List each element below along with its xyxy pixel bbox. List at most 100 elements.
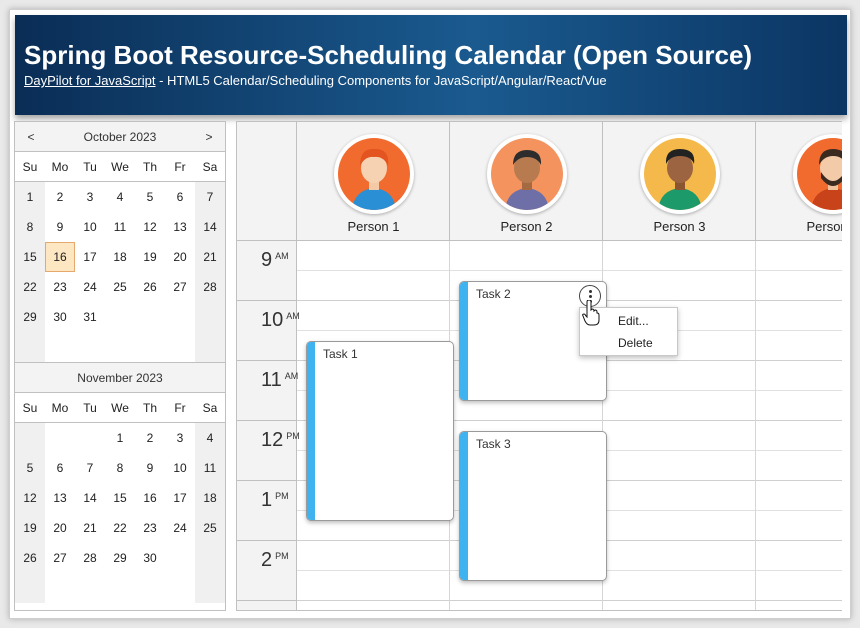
calendar-day-cell[interactable]: 8 — [105, 453, 135, 483]
calendar-day-cell[interactable]: 28 — [75, 543, 105, 573]
menu-item-delete[interactable]: Delete — [580, 332, 677, 354]
week-row: 26 27 28 29 30 — [15, 543, 225, 573]
calendar-day-cell[interactable]: 29 — [15, 302, 45, 332]
calendar-day-cell[interactable]: 20 — [45, 513, 75, 543]
calendar-day-cell[interactable]: 30 — [135, 543, 165, 573]
calendar-day-cell[interactable]: 25 — [195, 513, 225, 543]
calendar-day-cell[interactable]: 21 — [195, 242, 225, 272]
resource-name: Person 2 — [500, 219, 553, 234]
calendar-day-cell[interactable]: 3 — [75, 182, 105, 212]
calendar-day-cell[interactable]: 18 — [195, 483, 225, 513]
empty-day-cell — [15, 573, 45, 603]
person-avatar-icon — [491, 138, 563, 210]
empty-day-cell — [165, 573, 195, 603]
empty-day-cell — [75, 573, 105, 603]
resource-name: Person 3 — [653, 219, 706, 234]
calendar-day-cell[interactable]: 9 — [135, 453, 165, 483]
month-weeks: 1 2 3 4 5 6 7 8 9 10 11 12 13 14 15 16 17 18 19 20 21 22 23 24 2… — [15, 423, 225, 603]
person-avatar-icon — [644, 138, 716, 210]
calendar-day-cell[interactable]: 11 — [105, 212, 135, 242]
week-row: 22 23 24 25 26 27 28 — [15, 272, 225, 302]
calendar-day-cell[interactable]: 2 — [135, 423, 165, 453]
event-text: Task 2 — [476, 287, 511, 301]
calendar-day-cell[interactable]: 26 — [135, 272, 165, 302]
calendar-day-cell[interactable]: 7 — [75, 453, 105, 483]
calendar-day-cell[interactable]: 12 — [15, 483, 45, 513]
calendar-day-cell[interactable]: 8 — [15, 212, 45, 242]
calendar-day-cell[interactable]: 6 — [45, 453, 75, 483]
resource-header-person-3[interactable]: Person 3 — [603, 122, 756, 241]
avatar — [793, 134, 842, 214]
day-names-row: Su Mo Tu We Th Fr Sa — [15, 393, 225, 423]
calendar-day-cell[interactable]: 23 — [45, 272, 75, 302]
empty-day-cell — [75, 332, 105, 362]
calendar-day-cell[interactable]: 11 — [195, 453, 225, 483]
calendar-day-cell[interactable]: 17 — [165, 483, 195, 513]
person-avatar-icon — [338, 138, 410, 210]
next-month-button[interactable]: > — [197, 122, 221, 152]
event-task-3[interactable]: Task 3 — [459, 431, 607, 581]
day-name: Tu — [83, 401, 97, 415]
calendar-day-cell[interactable]: 14 — [75, 483, 105, 513]
calendar-day-cell[interactable]: 30 — [45, 302, 75, 332]
calendar-day-cell[interactable]: 19 — [15, 513, 45, 543]
calendar-day-cell[interactable]: 5 — [15, 453, 45, 483]
avatar — [334, 134, 414, 214]
empty-day-cell — [135, 573, 165, 603]
calendar-day-cell[interactable]: 3 — [165, 423, 195, 453]
calendar-day-cell[interactable]: 24 — [165, 513, 195, 543]
calendar-day-cell[interactable]: 5 — [135, 182, 165, 212]
calendar-day-cell[interactable]: 9 — [45, 212, 75, 242]
calendar-day-cell[interactable]: 22 — [105, 513, 135, 543]
calendar-day-cell[interactable]: 4 — [195, 423, 225, 453]
week-row: 8 9 10 11 12 13 14 — [15, 212, 225, 242]
calendar-day-cell[interactable]: 1 — [105, 423, 135, 453]
calendar-day-cell[interactable]: 19 — [135, 242, 165, 272]
day-name: Mo — [51, 401, 69, 415]
event-task-1[interactable]: Task 1 — [306, 341, 454, 521]
calendar-day-cell[interactable]: 18 — [105, 242, 135, 272]
calendar-day-cell[interactable]: 27 — [165, 272, 195, 302]
calendar-day-cell[interactable]: 12 — [135, 212, 165, 242]
resource-name: Person 4 — [806, 219, 842, 234]
empty-day-cell — [45, 423, 75, 453]
day-name: Th — [142, 160, 157, 174]
calendar-day-cell[interactable]: 25 — [105, 272, 135, 302]
page-subtitle: DayPilot for JavaScript - HTML5 Calendar… — [24, 73, 837, 88]
calendar-day-cell[interactable]: 20 — [165, 242, 195, 272]
calendar-day-cell[interactable]: 14 — [195, 212, 225, 242]
resource-header-person-4[interactable]: Person 4 — [756, 122, 842, 241]
person-avatar-icon — [797, 138, 842, 210]
calendar-day-cell[interactable]: 21 — [75, 513, 105, 543]
daypilot-link[interactable]: DayPilot for JavaScript — [24, 73, 156, 88]
previous-month-button[interactable]: < — [19, 122, 43, 152]
calendar-day-cell[interactable]: 28 — [195, 272, 225, 302]
calendar-day-cell[interactable]: 15 — [15, 242, 45, 272]
empty-day-cell — [165, 332, 195, 362]
calendar-day-cell[interactable]: 23 — [135, 513, 165, 543]
resource-header-person-1[interactable]: Person 1 — [297, 122, 450, 241]
calendar-day-cell[interactable]: 24 — [75, 272, 105, 302]
calendar-day-cell[interactable]: 6 — [165, 182, 195, 212]
empty-day-cell — [195, 573, 225, 603]
calendar-day-cell[interactable]: 1 — [15, 182, 45, 212]
calendar-day-cell[interactable]: 2 — [45, 182, 75, 212]
calendar-day-cell[interactable]: 7 — [195, 182, 225, 212]
calendar-day-cell[interactable]: 10 — [75, 212, 105, 242]
calendar-day-cell[interactable]: 15 — [105, 483, 135, 513]
calendar-day-cell[interactable]: 4 — [105, 182, 135, 212]
calendar-day-cell[interactable]: 13 — [45, 483, 75, 513]
calendar-day-cell[interactable]: 16 — [45, 242, 75, 272]
calendar-day-cell[interactable]: 13 — [165, 212, 195, 242]
calendar-day-cell[interactable]: 31 — [75, 302, 105, 332]
resource-header-person-2[interactable]: Person 2 — [450, 122, 603, 241]
calendar-day-cell[interactable]: 17 — [75, 242, 105, 272]
calendar-day-cell[interactable]: 22 — [15, 272, 45, 302]
calendar-day-cell[interactable]: 16 — [135, 483, 165, 513]
calendar-day-cell[interactable]: 26 — [15, 543, 45, 573]
calendar-day-cell[interactable]: 10 — [165, 453, 195, 483]
calendar-day-cell[interactable]: 29 — [105, 543, 135, 573]
calendar-day-cell[interactable]: 27 — [45, 543, 75, 573]
week-row — [15, 573, 225, 603]
day-name: Mo — [51, 160, 69, 174]
